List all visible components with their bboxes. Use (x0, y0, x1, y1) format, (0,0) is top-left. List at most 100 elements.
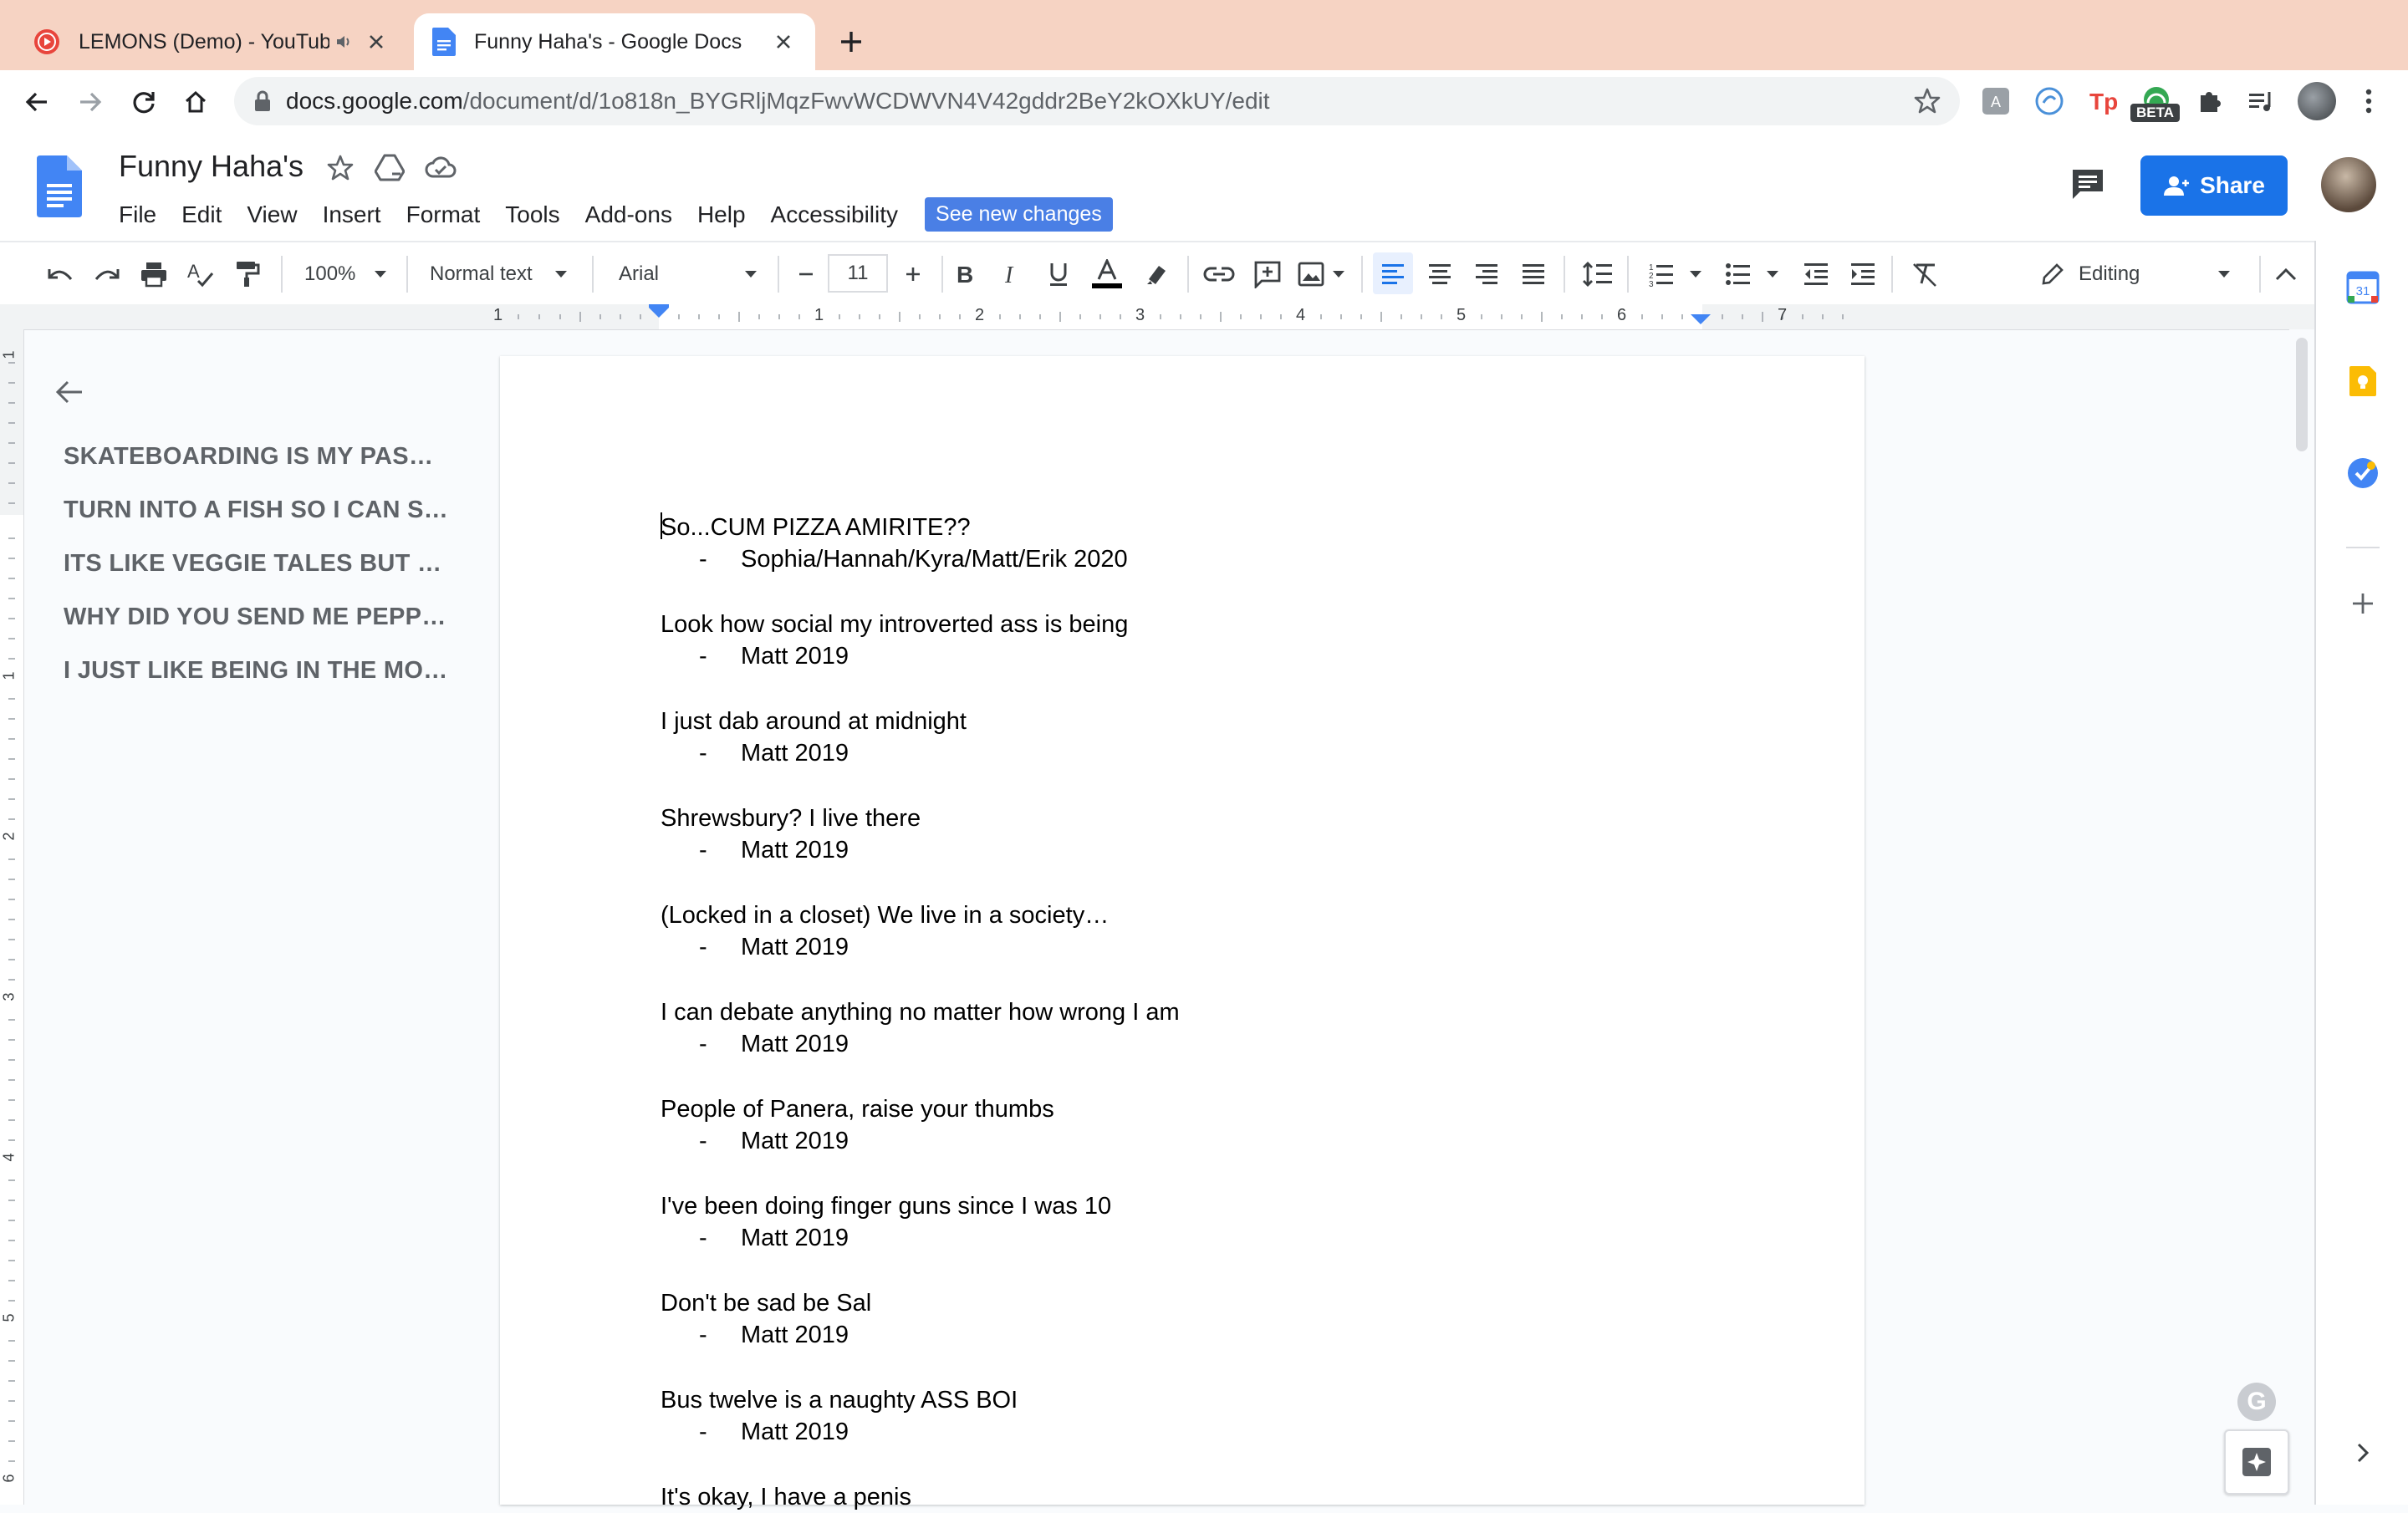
quote-text[interactable]: (Locked in a closet) We live in a societ… (661, 899, 1747, 931)
quote-text[interactable]: Shrewsbury? I live there (661, 802, 1747, 834)
quote-text[interactable]: So...CUM PIZZA AMIRITE?? (661, 514, 971, 541)
zoom-select[interactable]: 100% (296, 257, 396, 291)
collapse-menus-chevron-up-icon[interactable] (2269, 257, 2303, 291)
quote-text[interactable]: I've been doing finger guns since I was … (661, 1190, 1747, 1222)
comment-history-icon[interactable] (2070, 167, 2105, 201)
credit-text[interactable]: Sophia/Hannah/Kyra/Matt/Erik 2020 (741, 546, 1128, 573)
menu-accessibility[interactable]: Accessibility (771, 201, 898, 228)
menu-format[interactable]: Format (406, 201, 481, 228)
align-center-icon[interactable] (1423, 257, 1457, 291)
italic-icon[interactable]: I (995, 257, 1028, 291)
insert-link-icon[interactable] (1201, 257, 1237, 291)
quote-text[interactable]: Look how social my introverted ass is be… (661, 609, 1747, 640)
cloud-saved-icon[interactable] (425, 154, 457, 182)
address-bar[interactable]: docs.google.com/document/d/1o818n_BYGRlj… (234, 77, 1960, 125)
spellcheck-icon[interactable]: A (184, 257, 217, 291)
font-size-input[interactable]: 11 (828, 254, 888, 293)
quote-text[interactable]: I just dab around at midnight (661, 706, 1747, 737)
clear-formatting-icon[interactable] (1908, 257, 1941, 291)
bulleted-list-icon[interactable] (1724, 257, 1784, 291)
quote-text[interactable]: I can debate anything no matter how wron… (661, 996, 1747, 1028)
decrease-font-size-icon[interactable] (789, 257, 823, 291)
menu-file[interactable]: File (119, 201, 156, 228)
bold-icon[interactable]: B (948, 257, 982, 291)
docs-home-logo-icon[interactable] (37, 155, 82, 217)
menu-help[interactable]: Help (697, 201, 746, 228)
paragraph-style-select[interactable]: Normal text (421, 257, 580, 291)
text-color-icon[interactable] (1089, 257, 1125, 291)
extension-icon[interactable]: Tp (2085, 84, 2120, 119)
credit-text[interactable]: Matt 2019 (741, 643, 849, 670)
menu-add-ons[interactable]: Add-ons (585, 201, 672, 228)
quote-text[interactable]: Bus twelve is a naughty ASS BOI (661, 1384, 1747, 1416)
keep-icon[interactable] (2344, 363, 2381, 400)
credit-text[interactable]: Matt 2019 (741, 1322, 849, 1348)
credit-text[interactable]: Matt 2019 (741, 1419, 849, 1445)
close-outline-back-arrow-icon[interactable] (54, 378, 85, 406)
grammarly-icon[interactable]: G (2237, 1383, 2276, 1421)
vertical-ruler[interactable]: 1 1 2 3 4 5 6 (0, 329, 24, 1505)
reload-icon[interactable] (127, 85, 161, 119)
explore-icon[interactable] (2224, 1429, 2289, 1495)
back-icon[interactable] (20, 85, 54, 119)
redo-icon[interactable] (90, 257, 124, 291)
speaker-icon[interactable] (334, 32, 355, 52)
outline-heading[interactable]: SKATEBOARDING IS MY PASSION (64, 440, 448, 493)
document-title[interactable]: Funny Haha's (119, 149, 304, 184)
scrollbar-thumb[interactable] (2296, 338, 2308, 451)
underline-icon[interactable] (1042, 257, 1075, 291)
justify-icon[interactable] (1517, 257, 1550, 291)
credit-text[interactable]: Matt 2019 (741, 837, 849, 863)
decrease-indent-icon[interactable] (1799, 257, 1833, 291)
horizontal-ruler[interactable]: 1 1 2 3 4 5 6 7 (0, 304, 2314, 330)
quote-text[interactable]: People of Panera, raise your thumbs (661, 1093, 1747, 1125)
outline-heading[interactable]: TURN INTO A FISH SO I CAN SWIM (64, 493, 448, 547)
editing-mode-select[interactable]: Editing (2040, 257, 2249, 291)
close-tab-icon[interactable] (770, 28, 797, 55)
outline-heading[interactable]: WHY DID YOU SEND ME PEPPERONI (64, 600, 448, 654)
align-right-icon[interactable] (1470, 257, 1503, 291)
calendar-icon[interactable]: 31 (2344, 269, 2381, 306)
menu-view[interactable]: View (247, 201, 297, 228)
get-add-ons-plus-icon[interactable] (2344, 585, 2381, 622)
move-to-drive-icon[interactable] (375, 154, 405, 182)
document-page[interactable]: So...CUM PIZZA AMIRITE?? - Sophia/Hannah/… (500, 356, 1865, 1510)
share-button[interactable]: Share (2140, 155, 2288, 216)
account-avatar[interactable] (2321, 157, 2376, 212)
credit-text[interactable]: Matt 2019 (741, 934, 849, 960)
menu-tools[interactable]: Tools (505, 201, 559, 228)
chrome-profile-avatar[interactable] (2298, 82, 2336, 120)
document-scrollbar[interactable] (2289, 329, 2314, 1505)
document-body[interactable]: So...CUM PIZZA AMIRITE?? - Sophia/Hannah/… (661, 512, 1747, 1513)
star-icon[interactable] (326, 154, 355, 182)
credit-text[interactable]: Matt 2019 (741, 1128, 849, 1154)
browser-tab-docs[interactable]: Funny Haha's - Google Docs (414, 13, 815, 70)
insert-image-icon[interactable] (1296, 257, 1349, 291)
extension-icon[interactable] (2032, 84, 2067, 119)
forward-icon[interactable] (74, 85, 107, 119)
align-left-icon[interactable] (1376, 257, 1410, 291)
paint-format-icon[interactable] (231, 257, 264, 291)
outline-heading[interactable]: ITS LIKE VEGGIE TALES BUT IN REAL LIFE (64, 547, 448, 600)
credit-text[interactable]: Matt 2019 (741, 1225, 849, 1251)
chrome-menu-icon[interactable] (2351, 84, 2386, 119)
outline-heading[interactable]: I JUST LIKE BEING IN THE MOMENT (64, 654, 448, 707)
quote-text[interactable]: Don't be sad be Sal (661, 1287, 1747, 1319)
menu-edit[interactable]: Edit (181, 201, 222, 228)
close-tab-icon[interactable] (363, 28, 390, 55)
expand-side-panel-chevron-icon[interactable] (2344, 1434, 2381, 1471)
credit-text[interactable]: Matt 2019 (741, 740, 849, 767)
undo-icon[interactable] (43, 257, 77, 291)
see-new-changes-button[interactable]: See new changes (925, 197, 1113, 232)
numbered-list-icon[interactable]: 123 (1647, 257, 1707, 291)
print-icon[interactable] (137, 257, 171, 291)
credit-text[interactable]: Matt 2019 (741, 1031, 849, 1057)
highlight-color-icon[interactable] (1140, 257, 1174, 291)
bookmark-star-icon[interactable] (1913, 87, 1941, 115)
lock-icon[interactable] (254, 90, 271, 112)
browser-tab-youtube[interactable]: LEMONS (Demo) - YouTube (15, 13, 408, 70)
font-select[interactable]: Arial (607, 257, 769, 291)
quote-text[interactable]: It's okay, I have a penis (661, 1481, 1747, 1513)
media-control-icon[interactable] (2244, 84, 2279, 119)
increase-font-size-icon[interactable] (896, 257, 930, 291)
